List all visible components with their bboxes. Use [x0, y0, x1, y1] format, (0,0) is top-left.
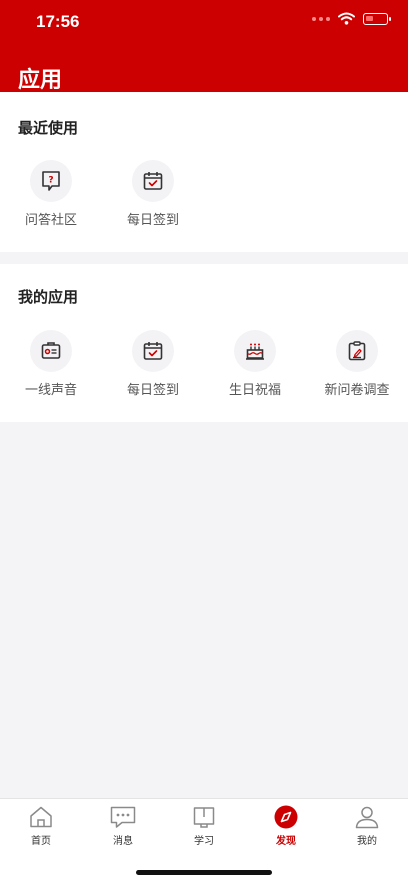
- app-label: 新问卷调查: [324, 383, 390, 398]
- user-icon: [355, 806, 379, 829]
- app-label: 生日祝福: [228, 383, 281, 398]
- section-title-recent: 最近使用: [18, 119, 79, 137]
- tab-profile[interactable]: 我的: [326, 805, 408, 847]
- compass-icon: [274, 805, 298, 829]
- tab-messages[interactable]: 消息: [82, 805, 164, 847]
- tab-label: 发现: [276, 836, 296, 847]
- status-icons: [312, 12, 391, 25]
- calendar-check-icon: [132, 160, 174, 202]
- message-icon: [110, 806, 136, 828]
- app-label: 每日签到: [126, 383, 179, 398]
- qa-community-icon: ?: [30, 160, 72, 202]
- book-icon: [193, 807, 215, 828]
- app-label: 问答社区: [24, 213, 77, 228]
- app-qa-community[interactable]: ? 问答社区: [0, 160, 102, 228]
- tab-label: 学习: [194, 836, 214, 847]
- voice-card-icon: [30, 330, 72, 372]
- status-time: 17:56: [36, 12, 80, 31]
- app-new-survey[interactable]: 新问卷调查: [306, 330, 408, 398]
- my-apps-section: 我的应用 一线声音 每日签到 生日祝福 新问卷调查: [0, 264, 408, 422]
- app-daily-checkin[interactable]: 每日签到: [102, 330, 204, 398]
- app-birthday-wishes[interactable]: 生日祝福: [204, 330, 306, 398]
- tab-label: 首页: [31, 836, 51, 847]
- tab-discover[interactable]: 发现: [245, 805, 327, 847]
- page-title: 应用: [18, 67, 63, 92]
- recent-section: 最近使用 ? 问答社区 每日签到: [0, 92, 408, 252]
- tab-label: 消息: [113, 836, 133, 847]
- home-icon: [30, 806, 52, 828]
- signal-icon: [312, 16, 330, 21]
- app-header: 17:56 应用: [0, 0, 408, 92]
- calendar-check-icon: [132, 330, 174, 372]
- birthday-cake-icon: [234, 330, 276, 372]
- battery-icon: [363, 12, 391, 25]
- app-label: 每日签到: [126, 213, 179, 228]
- tab-study[interactable]: 学习: [163, 805, 245, 847]
- app-frontline-voice[interactable]: 一线声音: [0, 330, 102, 398]
- app-label: 一线声音: [24, 383, 77, 398]
- home-indicator: [136, 870, 272, 875]
- tab-label: 我的: [357, 836, 377, 847]
- section-title-my-apps: 我的应用: [18, 288, 79, 306]
- clipboard-edit-icon: [336, 330, 378, 372]
- wifi-icon: [338, 12, 355, 25]
- svg-text:?: ?: [48, 176, 53, 186]
- tab-home[interactable]: 首页: [0, 805, 82, 847]
- app-daily-checkin[interactable]: 每日签到: [102, 160, 204, 228]
